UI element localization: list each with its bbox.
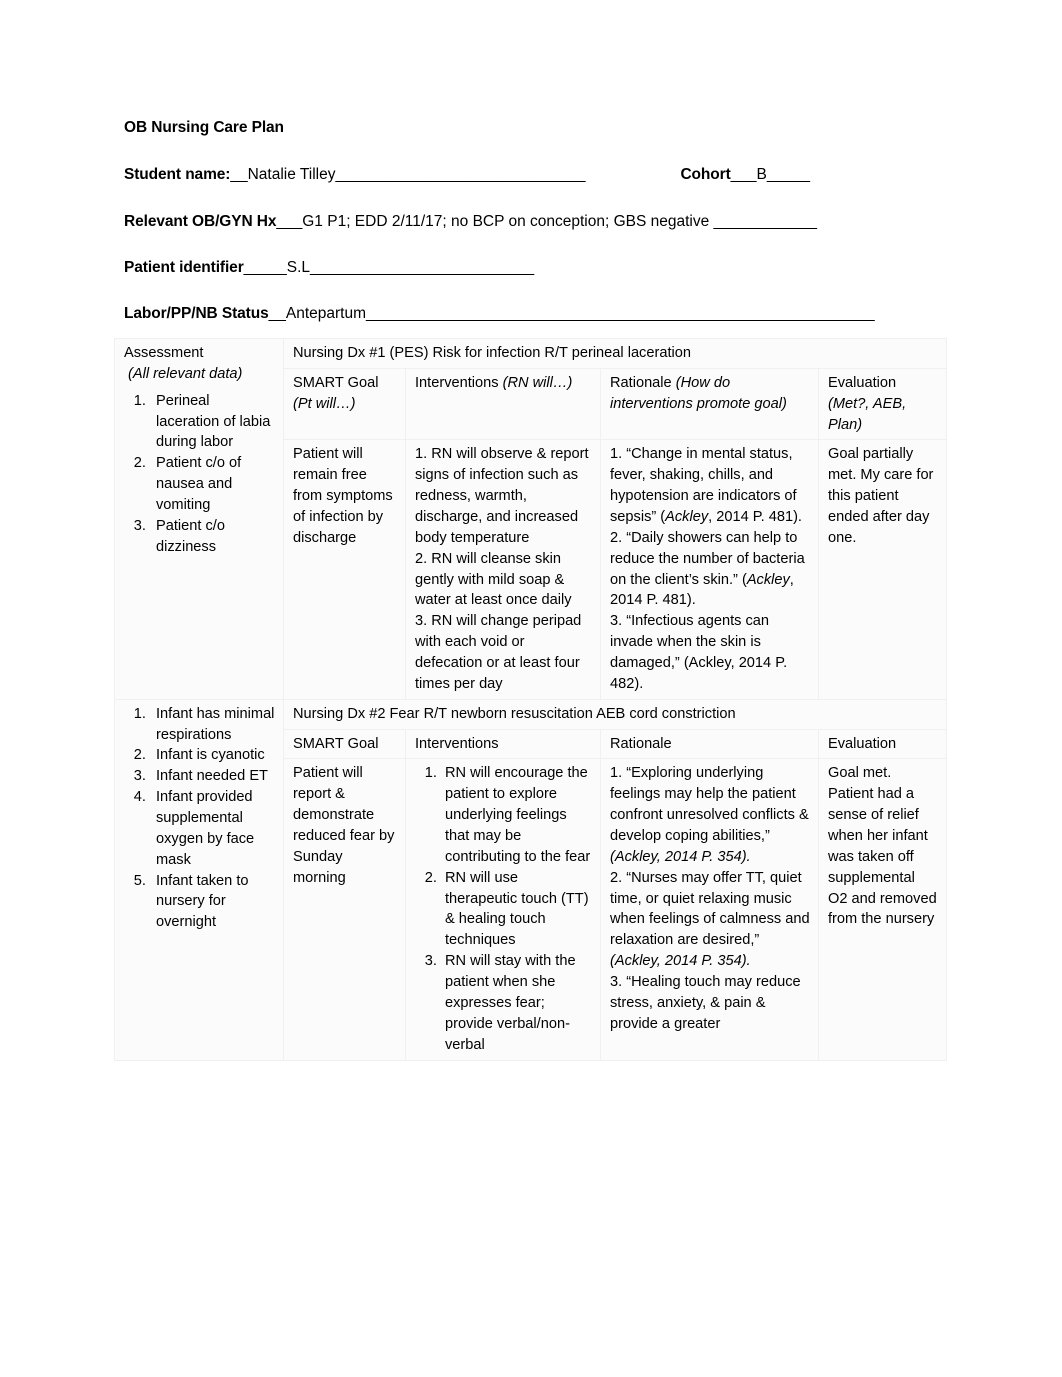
rationale-citation-tail: , 2014 P. 481). (708, 509, 802, 526)
list-item: Infant has minimal respirations (150, 704, 275, 746)
list-item: Patient c/o dizziness (150, 516, 275, 558)
field-student-name: Student name:__Natalie Tilley___________… (124, 165, 585, 185)
field-obgyn-hx-row: Relevant OB/GYN Hx___G1 P1; EDD 2/11/17;… (124, 212, 944, 232)
interventions-label: Interventions (415, 374, 499, 391)
document-header: OB Nursing Care Plan Student name:__Nata… (124, 118, 944, 350)
field-student-name-row: Student name:__Natalie Tilley___________… (124, 165, 944, 185)
field-cohort: Cohort___B_____ (680, 165, 810, 185)
rationale-item: 2. “Daily showers can help to reduce the… (610, 528, 810, 611)
field-patient-identifier-row: Patient identifier_____S.L______________… (124, 258, 944, 278)
column-header-evaluation-dx2: Evaluation (817, 728, 948, 760)
evaluation-hint: (Met?, AEB, Plan) (828, 395, 907, 433)
smart-goal-hint: (Pt will…) (293, 395, 356, 412)
rationale-text: 1. “Exploring underlying feelings may he… (610, 765, 809, 845)
rationale-item: 1. “Change in mental status, fever, shak… (610, 444, 810, 527)
rationale-text: 2. “Nurses may offer TT, quiet time, or … (610, 869, 810, 949)
interventions-hint: (RN will…) (502, 374, 573, 391)
rationale-citation: (Ackley, 2014 P. 354). (610, 848, 751, 865)
field-labor-status-row: Labor/PP/NB Status__Antepartum__________… (124, 304, 944, 324)
cell-rationale-dx1: 1. “Change in mental status, fever, shak… (600, 439, 819, 700)
cell-rationale-dx2: 1. “Exploring underlying feelings may he… (600, 758, 819, 1061)
table-row: Infant has minimal respirations Infant i… (114, 698, 948, 1061)
rationale-citation: Ackley (665, 509, 709, 526)
column-header-interventions-dx2: Interventions (405, 728, 601, 760)
rationale-item: 3. “Healing touch may reduce stress, anx… (610, 972, 810, 1035)
list-item: RN will use therapeutic touch (TT) & hea… (441, 868, 592, 951)
field-student-name-label: Student name: (124, 166, 231, 184)
list-item: RN will stay with the patient when she e… (441, 951, 592, 1055)
field-labor-status-value[interactable]: __Antepartum____________________________… (269, 305, 875, 322)
evaluation-label: Evaluation (828, 374, 897, 391)
rationale-text: 3. “Healing touch may reduce stress, anx… (610, 974, 801, 1032)
list-item: Infant is cyanotic (150, 745, 275, 766)
field-obgyn-hx-value[interactable]: ___G1 P1; EDD 2/11/17; no BCP on concept… (276, 213, 817, 230)
rationale-text: 3. “Infectious agents can invade when th… (610, 613, 788, 692)
cell-evaluation-dx2: Goal met. Patient had a sense of relief … (817, 758, 948, 1061)
list-item: Patient c/o of nausea and vomiting (150, 453, 275, 516)
cell-assessment-header: Assessment (All relevant data) Perineal … (114, 338, 284, 700)
list-item: Infant provided supplemental oxygen by f… (150, 787, 275, 870)
field-patient-identifier-value[interactable]: _____S.L__________________________ (244, 259, 535, 276)
column-header-rationale-dx1: Rationale (How do interventions promote … (600, 367, 819, 441)
intervention-item: 3. RN will change peripad with each void… (415, 613, 582, 692)
cell-interventions-dx2: RN will encourage the patient to explore… (405, 758, 601, 1061)
assessment-header-label: Assessment (124, 345, 204, 361)
care-plan-table: Assessment (All relevant data) Perineal … (114, 338, 948, 1061)
assessment-list-dx1: Perineal laceration of labia during labo… (124, 391, 275, 558)
intervention-item: 1. RN will observe & report signs of inf… (415, 446, 589, 546)
cell-smart-goal-dx1: Patient will remain free from symptoms o… (283, 439, 406, 700)
cell-evaluation-dx1: Goal partially met. My care for this pat… (817, 439, 948, 700)
rationale-item: 3. “Infectious agents can invade when th… (610, 611, 810, 694)
list-item: Infant needed ET (150, 766, 275, 787)
table-row: Assessment (All relevant data) Perineal … (114, 338, 948, 700)
column-header-smart-goal-dx1: SMART Goal (Pt will…) (283, 367, 406, 441)
field-cohort-label: Cohort (680, 166, 731, 184)
document-page: OB Nursing Care Plan Student name:__Nata… (0, 0, 1062, 1377)
smart-goal-label: SMART Goal (293, 374, 379, 391)
rationale-label: Rationale (610, 374, 672, 391)
page-title: OB Nursing Care Plan (124, 119, 284, 136)
interventions-list-dx2: RN will encourage the patient to explore… (415, 763, 592, 1055)
rationale-citation: (Ackley, 2014 P. 354). (610, 953, 751, 970)
field-labor-status-label: Labor/PP/NB Status (124, 304, 269, 322)
column-header-rationale-dx2: Rationale (600, 728, 819, 760)
intervention-item: 2. RN will cleanse skin gently with mild… (415, 550, 572, 609)
cell-smart-goal-dx2: Patient will report & demonstrate reduce… (283, 758, 406, 1061)
rationale-citation: Ackley (746, 571, 790, 588)
cell-assessment-dx2: Infant has minimal respirations Infant i… (114, 698, 284, 1061)
field-obgyn-hx-label: Relevant OB/GYN Hx (124, 212, 277, 230)
assessment-subheader-label: (All relevant data) (128, 365, 243, 382)
field-patient-identifier-label: Patient identifier (124, 258, 244, 276)
field-student-name-value[interactable]: __Natalie Tilley________________________… (230, 166, 585, 183)
column-header-interventions-dx1: Interventions (RN will…) (405, 367, 601, 441)
list-item: RN will encourage the patient to explore… (441, 763, 592, 867)
list-item: Perineal laceration of labia during labo… (150, 391, 275, 454)
rationale-item: 1. “Exploring underlying feelings may he… (610, 763, 810, 867)
cell-interventions-dx1: 1. RN will observe & report signs of inf… (405, 439, 601, 700)
column-header-evaluation-dx1: Evaluation (Met?, AEB, Plan) (817, 367, 948, 441)
column-header-smart-goal-dx2: SMART Goal (283, 728, 406, 760)
assessment-list-dx2: Infant has minimal respirations Infant i… (124, 704, 275, 933)
nursing-dx-1-heading: Nursing Dx #1 (PES) Risk for infection R… (282, 338, 948, 369)
list-item: Infant taken to nursery for overnight (150, 871, 275, 934)
field-cohort-value[interactable]: ___B_____ (731, 166, 810, 183)
nursing-dx-2-heading: Nursing Dx #2 Fear R/T newborn resuscita… (282, 698, 948, 730)
rationale-item: 2. “Nurses may offer TT, quiet time, or … (610, 868, 810, 972)
